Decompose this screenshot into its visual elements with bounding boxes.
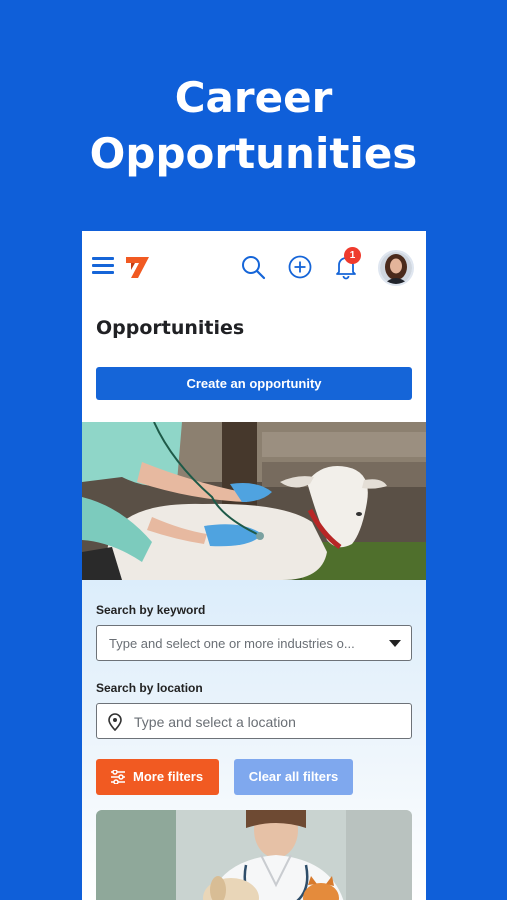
search-icon[interactable] xyxy=(239,253,267,281)
create-opportunity-button[interactable]: Create an opportunity xyxy=(96,367,412,400)
add-circle-icon[interactable] xyxy=(286,253,314,281)
notification-badge: 1 xyxy=(344,247,361,264)
sliders-icon xyxy=(111,770,125,784)
location-pin-icon xyxy=(108,713,122,731)
hero-title: Career Opportunities xyxy=(0,70,507,182)
hero-title-line-2: Opportunities xyxy=(89,129,418,178)
location-input[interactable]: Type and select a location xyxy=(96,703,412,739)
top-app-bar: 1 xyxy=(82,231,426,307)
avatar[interactable] xyxy=(378,250,414,286)
keyword-label: Search by keyword xyxy=(96,603,206,617)
more-filters-button[interactable]: More filters xyxy=(96,759,219,795)
dropdown-caret-icon[interactable] xyxy=(389,640,401,647)
keyword-placeholder: Type and select one or more industries o… xyxy=(109,636,355,651)
clear-all-filters-button[interactable]: Clear all filters xyxy=(234,759,353,795)
location-placeholder: Type and select a location xyxy=(134,714,296,730)
vet-goat-image xyxy=(82,422,426,580)
filter-panel: Search by keyword Type and select one or… xyxy=(82,580,426,900)
menu-icon[interactable] xyxy=(92,257,114,275)
app-screen: 1 Opportunities Create an opportunity Se… xyxy=(82,231,426,900)
vet-pets-card-image[interactable] xyxy=(96,810,412,900)
location-label: Search by location xyxy=(96,681,203,695)
keyword-input[interactable]: Type and select one or more industries o… xyxy=(96,625,412,661)
more-filters-label: More filters xyxy=(133,769,204,784)
app-logo[interactable] xyxy=(125,255,151,279)
page-title: Opportunities xyxy=(96,317,245,339)
hero-title-line-1: Career xyxy=(174,73,333,122)
